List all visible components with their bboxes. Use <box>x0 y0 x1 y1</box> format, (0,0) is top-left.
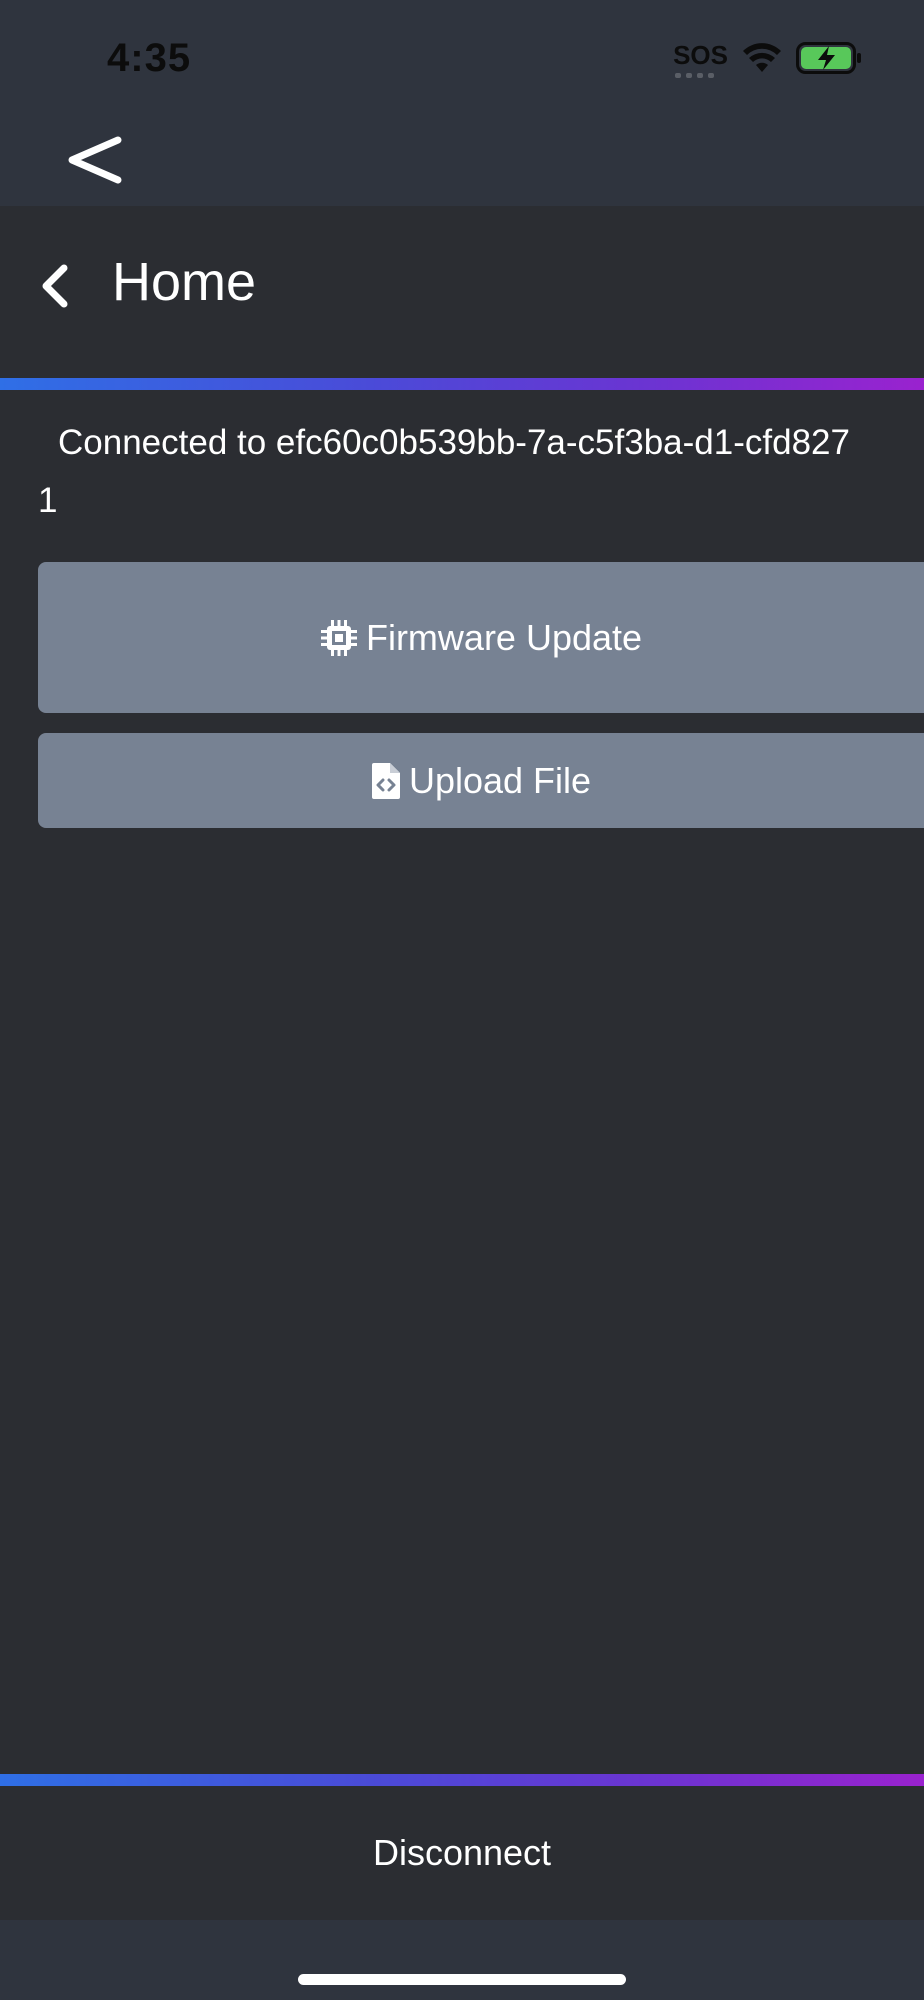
file-code-icon <box>371 762 401 800</box>
chevron-left-icon <box>68 136 122 184</box>
upload-file-label: Upload File <box>408 759 592 801</box>
home-indicator[interactable] <box>298 1974 626 1985</box>
sos-indicator: SOS <box>673 42 728 78</box>
wifi-icon <box>742 42 782 79</box>
app-screen: 4:35 SOS Home Connected to efc60c0b539bb… <box>0 0 924 2000</box>
chevron-left-icon <box>42 264 68 308</box>
header-back-button[interactable] <box>36 256 76 316</box>
native-back-button[interactable] <box>60 118 130 198</box>
header-divider <box>0 378 924 390</box>
firmware-update-label: Firmware Update <box>365 616 643 658</box>
page-title: Home <box>112 252 257 312</box>
disconnect-bar: Disconnect <box>0 1786 924 1920</box>
native-nav-bar <box>0 110 924 206</box>
disconnect-button[interactable]: Disconnect <box>373 1832 551 1874</box>
status-time: 4:35 <box>107 36 192 80</box>
upload-file-button[interactable]: Upload File <box>38 733 924 828</box>
status-icons: SOS <box>673 40 862 80</box>
connection-status-text: Connected to efc60c0b539bb-7a-c5f3ba-d1-… <box>38 423 850 520</box>
signal-dots <box>675 73 715 78</box>
footer-divider <box>0 1774 924 1786</box>
microchip-icon <box>320 619 358 657</box>
firmware-update-button[interactable]: Firmware Update <box>38 562 924 713</box>
status-bar: 4:35 SOS <box>0 0 924 110</box>
home-indicator-area <box>0 1920 924 2000</box>
sos-label: SOS <box>673 40 728 70</box>
battery-charging-icon <box>796 41 862 79</box>
app-header: Home <box>0 206 924 378</box>
